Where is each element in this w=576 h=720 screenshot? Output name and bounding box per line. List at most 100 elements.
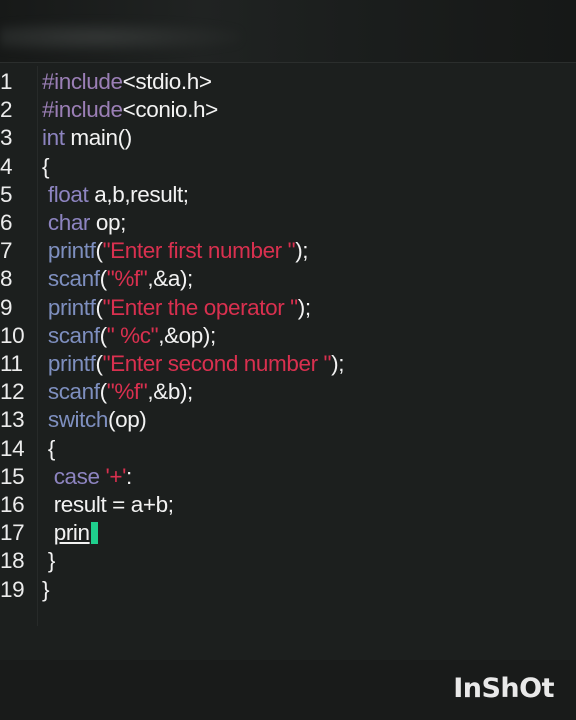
code-token: float [47,181,89,207]
code-text[interactable]: scanf(" %c",&op); [42,322,216,350]
line-number: 16 [0,492,25,517]
line-number: 2 [0,97,13,123]
top-toolbar [0,0,576,62]
code-line[interactable]: 13 switch(op) [0,406,576,434]
code-token: (op) [107,407,147,433]
code-token: printf [47,294,96,320]
code-line[interactable]: 1 #include<stdio.h> [0,68,576,96]
code-line[interactable]: 18 } [0,547,576,575]
code-token: } [42,548,56,574]
line-number: 11 [0,351,23,376]
code-token: "%f" [106,379,148,405]
video-frame: 1 #include<stdio.h> 2 #include<conio.h> 3 int… [0,0,576,720]
line-number: 9 [0,294,13,320]
line-number: 19 [0,576,25,602]
code-line[interactable]: 6 char op; [0,209,576,237]
code-text[interactable]: int main() [42,124,132,152]
code-token: } [42,576,50,602]
code-text[interactable]: { [42,435,56,463]
line-number: 1 [0,69,13,94]
code-token: scanf [47,322,100,348]
line-number: 3 [0,125,13,151]
line-number: 6 [0,210,13,235]
code-text[interactable]: switch(op) [42,406,147,434]
code-line[interactable]: 16 result = a+b; [0,491,576,519]
blurred-header [0,22,240,52]
code-token: ); [295,238,309,264]
code-token: '+' [105,463,127,489]
line-number: 10 [0,322,25,348]
code-token: printf [47,238,96,264]
code-token: op; [90,210,126,235]
code-token: int [42,125,65,151]
line-number: 8 [0,266,13,292]
code-line[interactable]: 5 float a,b,result; [0,181,576,209]
code-token: #include [42,69,123,94]
code-line[interactable]: 9 printf("Enter the operator "); [0,294,576,322]
code-text[interactable]: printf("Enter the operator "); [42,294,311,322]
line-number: 13 [0,407,25,433]
code-token: result = a+b; [42,492,174,517]
line-number: 5 [0,181,13,207]
code-text[interactable]: } [42,547,56,575]
code-text[interactable]: { [42,153,50,181]
code-token: switch [47,407,109,433]
code-text[interactable]: result = a+b; [42,491,174,519]
code-token: ( [99,266,107,292]
code-token: "%f" [106,266,148,292]
code-line[interactable]: 2 #include<conio.h> [0,96,576,124]
code-text[interactable]: } [42,576,50,604]
code-text[interactable]: #include<stdio.h> [42,68,212,96]
code-token: : [126,463,132,489]
code-token: printf [47,351,96,376]
code-line[interactable]: 19} [0,576,576,604]
code-token: #include [42,97,123,123]
code-text[interactable]: printf("Enter first number "); [42,237,309,265]
code-token: ( [95,294,103,320]
code-text[interactable]: scanf("%f",&b); [42,378,193,406]
code-text[interactable]: case '+': [42,463,133,491]
code-token: scanf [47,379,100,405]
code-line[interactable]: 12 scanf("%f",&b); [0,378,576,406]
code-text[interactable]: scanf("%f",&a); [42,265,193,293]
line-number: 17 [0,520,25,546]
code-token: ( [95,351,103,376]
code-token: ,&b); [147,379,193,405]
code-token: " %c" [106,322,159,348]
code-editor[interactable]: 1 #include<stdio.h> 2 #include<conio.h> 3 int… [0,66,576,666]
code-token: ( [99,379,107,405]
text-cursor [90,522,98,545]
toolbar-divider [0,62,576,63]
code-text[interactable]: #include<conio.h> [42,96,218,124]
line-number: 12 [0,379,25,405]
code-token: <conio.h> [122,97,219,123]
code-token: { [42,153,50,179]
code-line[interactable]: 15 case '+': [0,463,576,491]
code-line[interactable]: 3 int main() [0,124,576,152]
code-text[interactable]: float a,b,result; [42,181,189,209]
code-line[interactable]: 8 scanf("%f",&a); [0,265,576,293]
code-text[interactable]: prin [42,519,98,547]
code-line[interactable]: 17 prin [0,519,576,547]
code-line[interactable]: 11 printf("Enter second number "); [0,350,576,378]
code-token: <stdio.h> [122,69,212,94]
code-line[interactable]: 7 printf("Enter first number "); [0,237,576,265]
code-text[interactable]: char op; [42,209,127,237]
code-line[interactable]: 10 scanf(" %c",&op); [0,322,576,350]
code-token: char [47,210,91,235]
code-token: ( [99,322,107,348]
code-token: { [42,435,56,461]
line-number: 14 [0,435,25,461]
code-token: ( [95,238,103,264]
code-line[interactable]: 4{ [0,153,576,181]
code-text[interactable]: printf("Enter second number "); [42,350,345,378]
code-token: scanf [47,266,100,292]
line-number: 15 [0,463,25,489]
code-token: ,&a); [147,266,193,292]
inshot-watermark: InShOt [453,673,554,704]
code-token: ,&op); [158,322,216,348]
code-token: "Enter the operator " [102,294,299,320]
code-line[interactable]: 14 { [0,435,576,463]
